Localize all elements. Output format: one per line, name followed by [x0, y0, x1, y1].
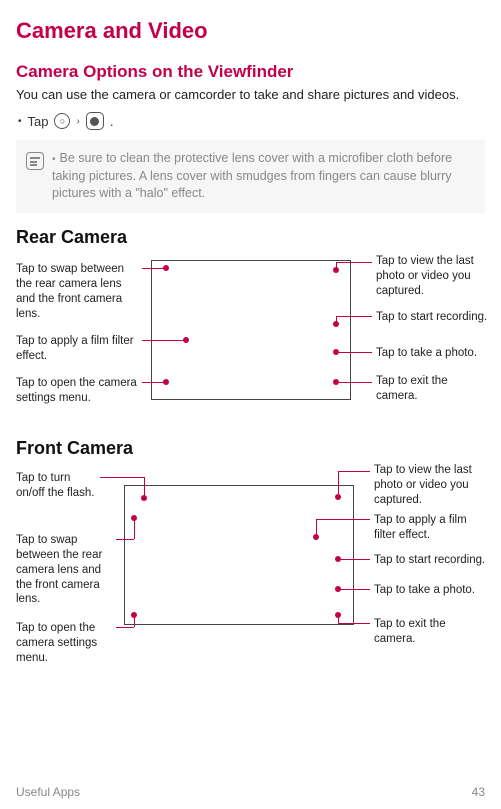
leader-line	[338, 471, 370, 472]
page-footer: Useful Apps 43	[16, 785, 485, 799]
page-number: 43	[472, 785, 485, 799]
rear-camera-heading: Rear Camera	[16, 227, 485, 248]
front-camera-diagram: Tap to turn on/off the flash. Tap to swa…	[16, 463, 485, 673]
rear-camera-diagram: Tap to swap between the rear camera lens…	[16, 252, 485, 432]
callout-start-record: Tap to start recording.	[374, 553, 486, 568]
callout-last-photo: Tap to view the last photo or video you …	[376, 254, 488, 299]
callout-settings: Tap to open the camera settings menu.	[16, 376, 142, 406]
leader-line	[338, 471, 339, 497]
leader-line	[142, 268, 166, 269]
callout-take-photo: Tap to take a photo.	[376, 346, 488, 361]
leader-line	[134, 615, 135, 627]
leader-line	[338, 623, 370, 624]
home-circle-icon: ○	[54, 113, 70, 129]
leader-line	[336, 382, 372, 383]
period: .	[110, 114, 114, 129]
callout-flash: Tap to turn on/off the flash.	[16, 471, 100, 501]
callout-start-record: Tap to start recording.	[376, 310, 488, 325]
chevron-icon: ›	[76, 116, 79, 127]
section-heading: Camera Options on the Viewfinder	[16, 62, 485, 82]
leader-line	[338, 589, 370, 590]
leader-line	[336, 262, 372, 263]
tap-label: Tap	[28, 114, 49, 129]
callout-swap-lens: Tap to swap between the rear camera lens…	[16, 533, 116, 608]
callout-last-photo: Tap to view the last photo or video you …	[374, 463, 486, 508]
callout-exit: Tap to exit the camera.	[374, 617, 486, 647]
leader-line	[336, 316, 337, 324]
leader-line	[142, 382, 166, 383]
note-box: •Be sure to clean the protective lens co…	[16, 140, 485, 213]
tap-instruction: • Tap ○ › .	[18, 112, 485, 130]
leader-line	[116, 627, 134, 628]
camera-app-icon	[86, 112, 104, 130]
callout-exit: Tap to exit the camera.	[376, 374, 488, 404]
note-icon	[26, 152, 44, 170]
note-text: Be sure to clean the protective lens cov…	[52, 151, 452, 200]
leader-line	[134, 518, 135, 539]
leader-line	[116, 539, 134, 540]
leader-line	[316, 519, 370, 520]
callout-settings: Tap to open the camera settings menu.	[16, 621, 116, 666]
leader-line	[100, 477, 144, 478]
viewfinder-frame	[124, 485, 354, 625]
leader-line	[338, 615, 339, 623]
callout-take-photo: Tap to take a photo.	[374, 583, 486, 598]
page-title: Camera and Video	[16, 18, 485, 44]
callout-filter: Tap to apply a film filter effect.	[374, 513, 486, 543]
leader-line	[336, 352, 372, 353]
front-camera-heading: Front Camera	[16, 438, 485, 459]
callout-swap-lens: Tap to swap between the rear camera lens…	[16, 262, 142, 322]
leader-line	[316, 519, 317, 537]
callout-filter: Tap to apply a film filter effect.	[16, 334, 142, 364]
footer-section-name: Useful Apps	[16, 785, 80, 799]
leader-line	[144, 477, 145, 498]
bullet-icon: •	[18, 116, 22, 127]
leader-line	[338, 559, 370, 560]
viewfinder-frame	[151, 260, 351, 400]
leader-line	[142, 340, 186, 341]
bullet-icon: •	[52, 154, 56, 165]
intro-text: You can use the camera or camcorder to t…	[16, 86, 485, 104]
leader-line	[336, 262, 337, 270]
note-body: •Be sure to clean the protective lens co…	[52, 150, 475, 203]
leader-line	[336, 316, 372, 317]
